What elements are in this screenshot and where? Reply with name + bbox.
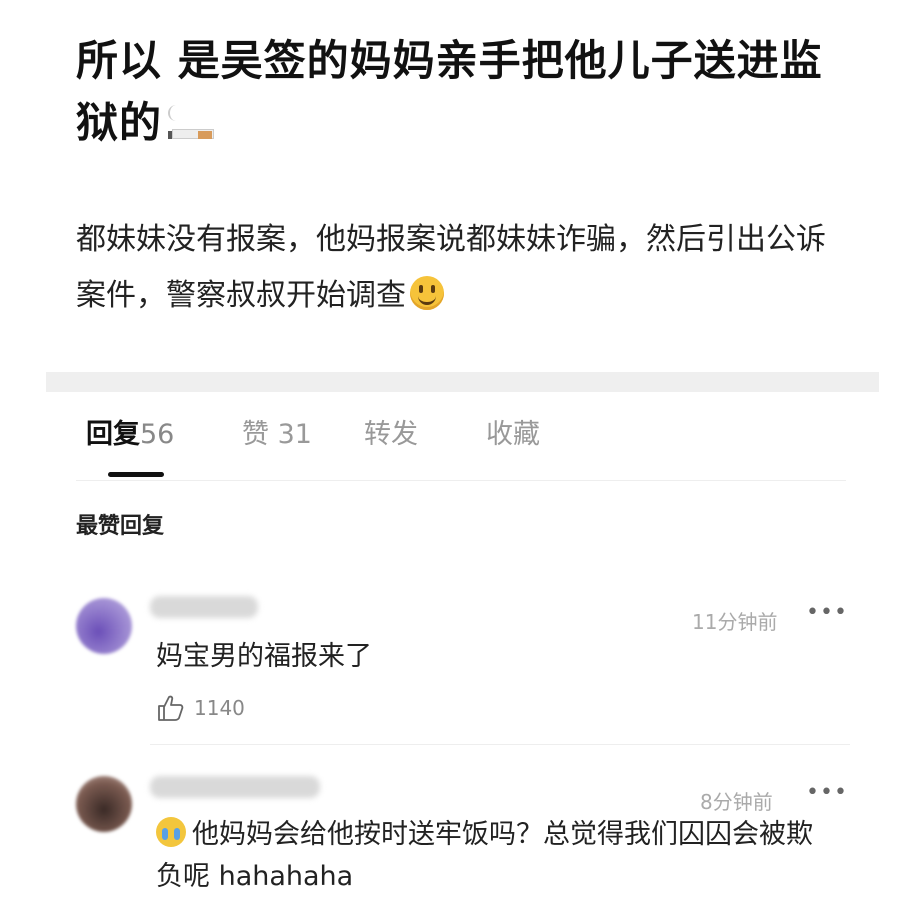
tab-reposts-label: 转发 [364, 419, 418, 450]
thumbs-up-icon [158, 695, 184, 721]
comment-text: 他妈妈会给他按时送牢饭吗？总觉得我们囚囚会被欺负呢 hahahaha [156, 814, 836, 898]
tab-likes-label: 赞 [242, 419, 269, 450]
tab-replies-label: 回复 [86, 419, 140, 450]
crying-face-icon [156, 817, 186, 847]
avatar[interactable] [76, 598, 132, 654]
section-separator [46, 372, 879, 392]
tab-favorites-label: 收藏 [486, 419, 540, 450]
comment-text: 妈宝男的福报来了 [156, 641, 372, 672]
smiling-face-icon [410, 276, 444, 310]
comment-text-content: 他妈妈会给他按时送牢饭吗？总觉得我们囚囚会被欺负呢 hahahaha [156, 819, 813, 892]
like-count: 1140 [194, 696, 245, 720]
post-title: 所以 是吴签的妈妈亲手把他儿子送进监狱的 [76, 30, 846, 154]
active-tab-indicator [108, 472, 164, 477]
post-body: 都妹妹没有报案，他妈报案说都妹妹诈骗，然后引出公诉案件，警察叔叔开始调查 [76, 212, 846, 324]
comment-item: 11分钟前 ••• 妈宝男的福报来了 1140 [0, 590, 921, 740]
comment-time: 8分钟前 [700, 790, 773, 814]
comment-time: 11分钟前 [692, 610, 778, 634]
tab-replies-count: 56 [140, 419, 175, 450]
post-body-text: 都妹妹没有报案，他妈报案说都妹妹诈骗，然后引出公诉案件，警察叔叔开始调查 [76, 222, 826, 313]
section-label-top-replies: 最赞回复 [76, 514, 165, 539]
username-blurred[interactable] [150, 776, 320, 798]
tab-favorites[interactable]: 收藏 [486, 412, 540, 451]
like-button[interactable]: 1140 [156, 694, 245, 722]
tabs-divider [76, 480, 846, 481]
avatar[interactable] [76, 776, 132, 832]
comment-divider [150, 744, 850, 745]
tab-likes[interactable]: 赞 31 [242, 412, 312, 451]
more-options-icon[interactable]: ••• [806, 600, 848, 625]
comment-item: 8分钟前 ••• 他妈妈会给他按时送牢饭吗？总觉得我们囚囚会被欺负呢 hahah… [0, 770, 921, 900]
more-options-icon[interactable]: ••• [806, 780, 848, 805]
username-blurred[interactable] [150, 596, 258, 618]
tab-reposts[interactable]: 转发 [364, 412, 418, 451]
interaction-tabs: 回复56 赞 31 转发 收藏 [86, 412, 846, 464]
tab-likes-count: 31 [277, 419, 312, 450]
tab-replies[interactable]: 回复56 [86, 412, 174, 451]
cigarette-icon [166, 105, 216, 139]
